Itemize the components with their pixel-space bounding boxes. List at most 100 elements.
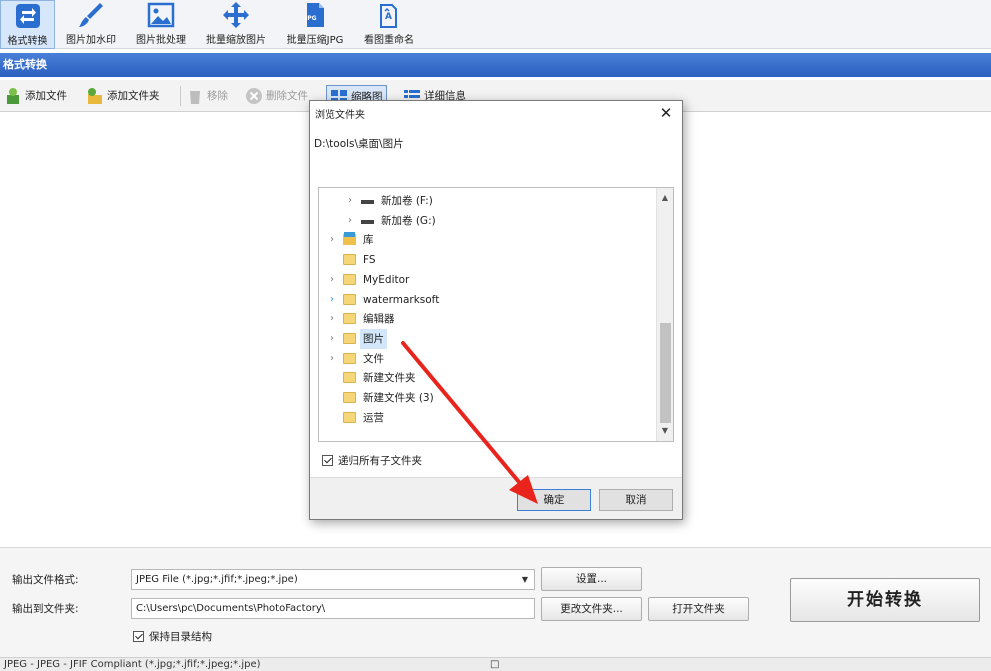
- close-icon[interactable]: ✕: [656, 103, 676, 123]
- delete-file-button[interactable]: 删除文件: [245, 85, 308, 107]
- dialog-title: 浏览文件夹: [315, 110, 365, 121]
- checkbox-checked-icon: [322, 455, 333, 466]
- checkbox-checked-icon: [133, 631, 144, 642]
- settings-button[interactable]: 设置...: [541, 567, 642, 591]
- tree-scrollbar[interactable]: ▲ ▼: [656, 188, 673, 441]
- remove-icon: [190, 91, 200, 104]
- folder-icon: [343, 332, 356, 344]
- tree-item[interactable]: 新建文件夹: [319, 368, 649, 388]
- expand-chevron-icon[interactable]: ›: [345, 191, 355, 211]
- tree-item-label: 文件: [363, 352, 384, 365]
- cancel-button[interactable]: 取消: [599, 489, 673, 511]
- folder-icon: [343, 293, 356, 305]
- folder-tree[interactable]: ▲ ▼ › 新加卷 (F:) › 新加卷 (G:) › 库 FS › MyEditor › wate…: [318, 187, 674, 442]
- tree-item-label: watermarksoft: [363, 293, 440, 306]
- scroll-thumb[interactable]: [660, 323, 671, 423]
- tree-item-label: 新建文件夹 (3): [363, 392, 434, 404]
- add-folder-icon: [88, 88, 102, 104]
- tree-item-label: 编辑器: [363, 313, 395, 326]
- folder-icon: [343, 411, 356, 423]
- drive-icon: [361, 214, 374, 226]
- ribbon-rename-button[interactable]: A 看图重命名: [355, 0, 423, 49]
- add-folder-button[interactable]: 添加文件夹: [86, 85, 160, 107]
- browse-folder-dialog: 浏览文件夹 ✕ D:\tools\桌面\图片 ▲ ▼ › 新加卷 (F:) › 新加卷…: [309, 100, 683, 520]
- move-arrows-icon: [223, 2, 249, 28]
- expand-chevron-icon[interactable]: ›: [327, 270, 337, 290]
- tree-item-label: FS: [363, 254, 376, 267]
- tree-item[interactable]: › 库: [319, 230, 649, 250]
- ribbon-toolbar: 格式转换 图片加水印 图片批处理 批量缩放图片 JPG 批量压缩JPG A 看图…: [0, 0, 991, 49]
- remove-button[interactable]: 移除: [186, 85, 228, 107]
- tree-item[interactable]: FS: [319, 250, 649, 270]
- ribbon-label: 批量压缩JPG: [286, 35, 344, 46]
- dialog-current-path: D:\tools\桌面\图片: [314, 138, 404, 150]
- folder-icon: [343, 313, 356, 325]
- expand-chevron-icon[interactable]: ›: [345, 211, 355, 231]
- start-convert-button[interactable]: 开始转换: [790, 578, 980, 622]
- folder-icon: [343, 254, 356, 266]
- change-folder-button[interactable]: 更改文件夹...: [541, 597, 642, 621]
- tree-item[interactable]: › watermarksoft: [319, 290, 649, 310]
- ribbon-batch-resize-button[interactable]: 批量缩放图片: [197, 0, 275, 49]
- scroll-down-icon[interactable]: ▼: [657, 423, 673, 439]
- expand-chevron-icon[interactable]: ›: [327, 349, 337, 369]
- expand-chevron-icon[interactable]: ›: [327, 329, 337, 349]
- jpg-badge: JPG: [305, 15, 317, 22]
- tree-item-label: 库: [363, 234, 374, 247]
- expand-chevron-icon[interactable]: ›: [327, 230, 337, 250]
- ribbon-label: 看图重命名: [364, 35, 414, 46]
- output-folder-label: 输出到文件夹:: [12, 603, 79, 615]
- drive-icon: [361, 195, 374, 206]
- output-format-value: JPEG File (*.jpg;*.jfif;*.jpeg;*.jpe): [136, 574, 298, 585]
- ribbon-label: 格式转换: [7, 36, 48, 47]
- output-format-select[interactable]: JPEG File (*.jpg;*.jfif;*.jpeg;*.jpe) ▼: [131, 569, 535, 590]
- tree-item[interactable]: 新建文件夹 (3): [319, 388, 649, 408]
- scroll-up-icon[interactable]: ▲: [657, 190, 673, 206]
- ribbon-format-convert-button[interactable]: 格式转换: [0, 0, 55, 49]
- tree-item[interactable]: › 新加卷 (F:): [319, 191, 649, 211]
- tree-item-label: 新建文件夹: [363, 372, 416, 385]
- toolbar-separator: [180, 86, 181, 106]
- folder-icon: [343, 372, 356, 384]
- folder-icon: [343, 352, 356, 364]
- recursive-subfolders-checkbox[interactable]: 递归所有子文件夹: [322, 453, 422, 468]
- ribbon-batch-process-button[interactable]: 图片批处理: [127, 0, 195, 49]
- tree-item[interactable]: › 编辑器: [319, 309, 649, 329]
- ribbon-compress-jpg-button[interactable]: JPG 批量压缩JPG: [277, 0, 353, 49]
- tree-item[interactable]: 运营: [319, 408, 649, 428]
- ribbon-label: 图片批处理: [136, 35, 186, 46]
- tree-item[interactable]: › 新加卷 (G:): [319, 211, 649, 231]
- ribbon-label: 图片加水印: [66, 35, 116, 46]
- delete-file-label: 删除文件: [266, 90, 308, 102]
- ribbon-watermark-button[interactable]: 图片加水印: [57, 0, 125, 49]
- tree-item[interactable]: › MyEditor: [319, 270, 649, 290]
- folder-icon: [343, 273, 356, 285]
- picture-icon: [147, 2, 175, 28]
- tree-item-label: 新加卷 (F:): [381, 195, 433, 207]
- status-glyph: □: [490, 659, 500, 670]
- remove-label: 移除: [207, 90, 228, 102]
- tree-item-label: MyEditor: [363, 273, 410, 286]
- tree-item[interactable]: › 图片: [319, 328, 649, 349]
- tree-item[interactable]: › 文件: [319, 349, 649, 369]
- rename-badge: A: [385, 12, 392, 22]
- output-folder-value: C:\Users\pc\Documents\PhotoFactory\: [136, 603, 326, 614]
- output-folder-input[interactable]: C:\Users\pc\Documents\PhotoFactory\: [131, 598, 535, 619]
- add-folder-label: 添加文件夹: [107, 90, 160, 102]
- add-file-icon: [7, 88, 19, 104]
- convert-icon: [15, 4, 40, 28]
- tree-item-label: 运营: [363, 411, 384, 424]
- expand-chevron-icon[interactable]: ›: [327, 290, 337, 310]
- status-bar: JPEG - JPEG - JFIF Compliant (*.jpg;*.jf…: [0, 657, 991, 671]
- delete-icon: [246, 88, 262, 104]
- tree-item-label: 图片: [360, 328, 387, 349]
- open-folder-button[interactable]: 打开文件夹: [648, 597, 749, 621]
- add-file-button[interactable]: 添加文件: [4, 85, 67, 107]
- keep-structure-checkbox[interactable]: 保持目录结构: [133, 629, 212, 644]
- tree-item-label: 新加卷 (G:): [381, 214, 436, 227]
- brush-icon: [79, 3, 103, 27]
- ok-button[interactable]: 确定: [517, 489, 591, 511]
- expand-chevron-icon[interactable]: ›: [327, 309, 337, 329]
- add-file-label: 添加文件: [25, 90, 67, 102]
- recursive-subfolders-label: 递归所有子文件夹: [338, 455, 422, 467]
